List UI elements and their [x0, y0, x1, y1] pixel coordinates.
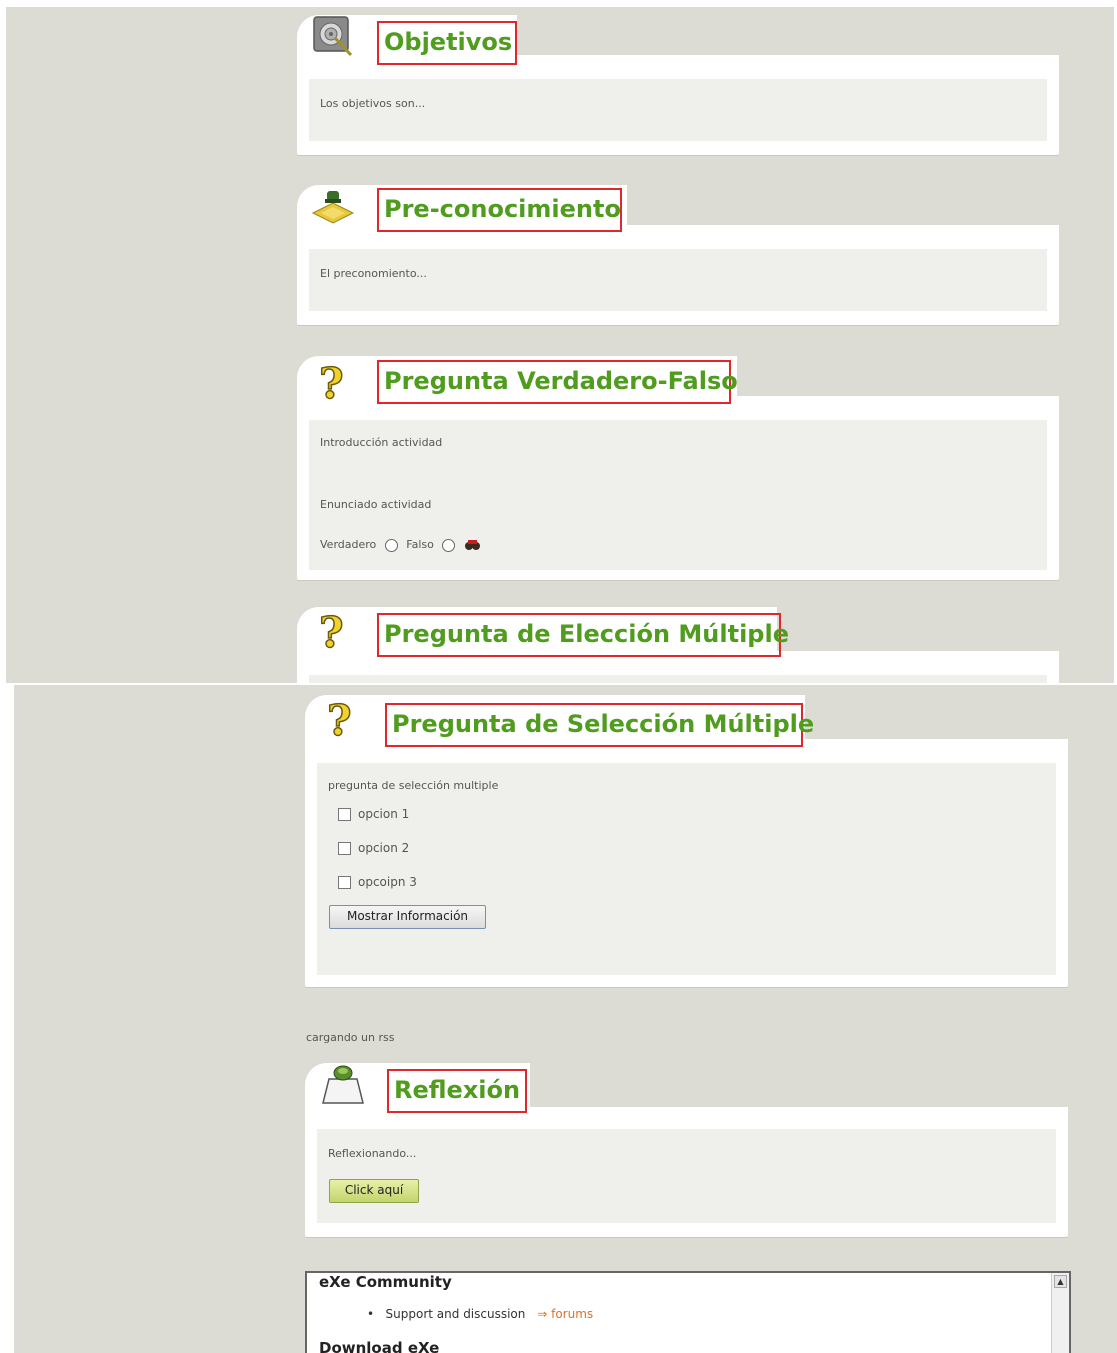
scrollbar[interactable]: ▲: [1051, 1273, 1069, 1353]
bullet: •: [367, 1307, 382, 1321]
rss-loading-text: cargando un rss: [306, 1031, 395, 1044]
community-list-item: • Support and discussion ⇒ forums: [367, 1307, 593, 1321]
question-mark-icon: ?: [318, 609, 344, 653]
target-icon: [313, 16, 353, 57]
sm-question-text: pregunta de selección multiple: [328, 779, 499, 792]
feedback-icon[interactable]: [464, 538, 482, 552]
objetivos-text: Los objetivos son...: [320, 97, 426, 110]
option-3-label: opcoipn 3: [358, 875, 417, 889]
eleccion-multiple-title: Pregunta de Elección Múltiple: [377, 613, 789, 657]
checkbox-option-1[interactable]: [338, 808, 351, 821]
community-frame: eXe Community • Support and discussion ⇒…: [305, 1271, 1071, 1353]
svg-text:?: ?: [327, 697, 352, 741]
verdadero-falso-title: Pregunta Verdadero-Falso: [377, 360, 738, 404]
reflexion-title: Reflexión: [387, 1069, 527, 1113]
question-mark-icon: ?: [326, 697, 352, 741]
reflexion-text: Reflexionando...: [328, 1147, 417, 1160]
option-2-label: opcion 2: [358, 841, 410, 855]
seleccion-multiple-title: Pregunta de Selección Múltiple: [385, 703, 814, 747]
radio-true[interactable]: [384, 538, 398, 552]
option-false-label: Falso: [406, 538, 434, 551]
question-mark-icon: ?: [318, 360, 344, 404]
top-screenshot-panel: Los objetivos son... Objetivos El precon…: [6, 7, 1114, 683]
community-heading: eXe Community: [319, 1273, 452, 1291]
support-text: Support and discussion: [385, 1307, 526, 1321]
option-true-label: Verdadero: [320, 538, 377, 551]
svg-text:?: ?: [319, 360, 344, 404]
idevice-preconocimiento: El preconomiento... Pre-conocimiento: [297, 185, 1059, 325]
idevice-eleccion-multiple: ? Pregunta de Elección Múltiple: [297, 607, 1059, 683]
idevice-reflexion: Reflexionando... Click aquí Reflexión: [305, 1063, 1068, 1237]
objetivos-title: Objetivos: [377, 21, 517, 65]
click-here-button[interactable]: Click aquí: [329, 1179, 419, 1203]
checkbox-option-2[interactable]: [338, 842, 351, 855]
idevice-verdadero-falso: Introducción actividad Enunciado activid…: [297, 356, 1059, 580]
idevice-objetivos: Los objetivos son... Objetivos: [297, 15, 1059, 155]
vf-intro-text: Introducción actividad: [320, 436, 443, 449]
vf-options-row: Verdadero Falso: [320, 538, 482, 552]
radio-false[interactable]: [442, 538, 456, 552]
option-1-label: opcion 1: [358, 807, 410, 821]
reflection-icon: [322, 1065, 364, 1104]
forums-link[interactable]: forums: [551, 1307, 593, 1321]
preconocimiento-text: El preconomiento...: [320, 267, 427, 280]
link-arrow-icon: ⇒: [537, 1307, 548, 1321]
bottom-screenshot-panel: pregunta de selección multiple opcion 1 …: [14, 685, 1117, 1353]
vf-statement-text: Enunciado actividad: [320, 498, 432, 511]
svg-text:?: ?: [319, 609, 344, 653]
checkbox-option-3[interactable]: [338, 876, 351, 889]
download-heading: Download eXe: [319, 1339, 440, 1353]
show-info-button[interactable]: Mostrar Información: [329, 905, 486, 929]
scroll-up-icon[interactable]: ▲: [1054, 1275, 1067, 1288]
book-stack-icon: [311, 191, 355, 224]
idevice-seleccion-multiple: pregunta de selección multiple opcion 1 …: [305, 695, 1068, 987]
preconocimiento-title: Pre-conocimiento: [377, 188, 622, 232]
